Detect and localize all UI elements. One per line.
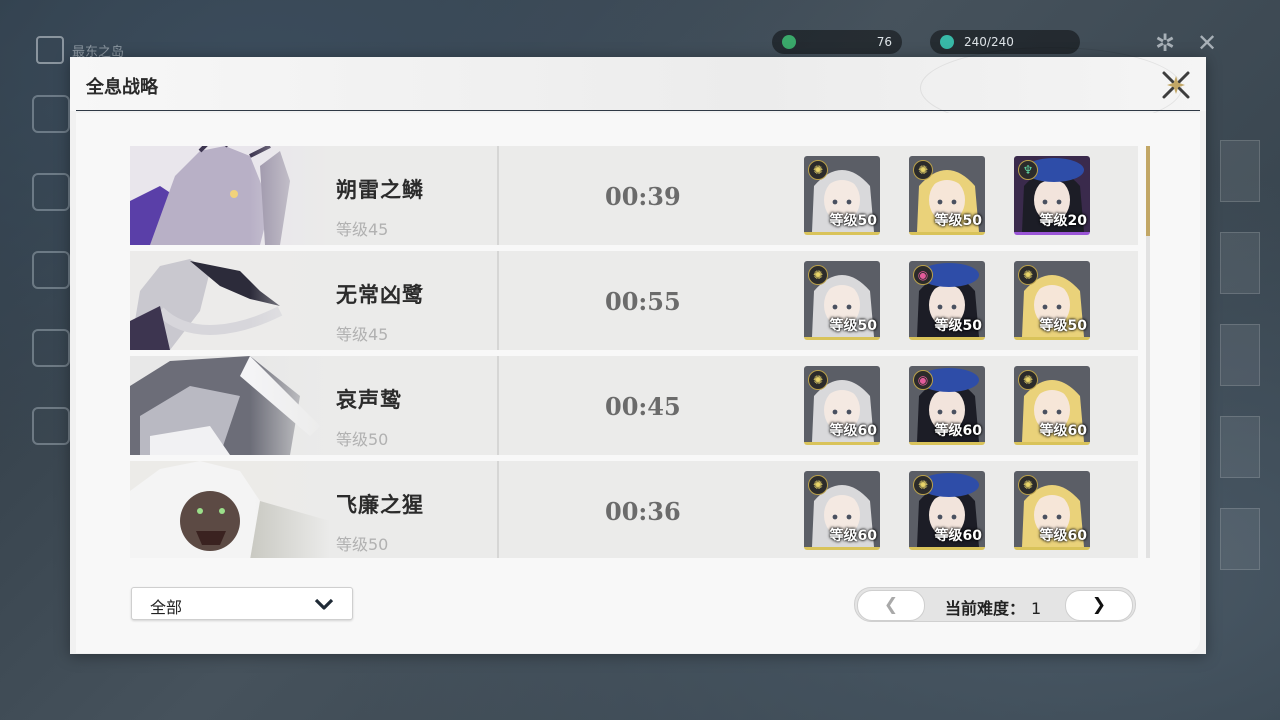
spectro-element-icon: ✺ bbox=[1018, 475, 1038, 495]
boss-row[interactable]: 无常凶鹭等级45 00:55 ✺ 等级50 ◉ 等级50 ✺ 等级50 bbox=[130, 251, 1138, 350]
team-member-card[interactable]: ✺ 等级60 bbox=[804, 366, 880, 445]
spectro-element-icon: ✺ bbox=[808, 265, 828, 285]
spectro-element-icon: ✺ bbox=[1018, 265, 1038, 285]
filter-dropdown[interactable]: 全部 bbox=[131, 587, 353, 620]
boss-artwork bbox=[130, 356, 330, 455]
character-level: 等级60 bbox=[1039, 423, 1087, 439]
spectro-element-icon: ✺ bbox=[808, 475, 828, 495]
character-level: 等级50 bbox=[829, 318, 877, 334]
close-icon bbox=[1162, 71, 1190, 99]
boss-row[interactable]: 飞廉之猩等级50 00:36 ✺ 等级60 ✺ 等级60 ✺ 等级60 bbox=[130, 461, 1138, 558]
dialog-title: 全息战略 bbox=[86, 77, 158, 98]
character-level: 等级60 bbox=[934, 528, 982, 544]
spectro-element-icon: ✺ bbox=[913, 475, 933, 495]
close-button[interactable] bbox=[1158, 67, 1194, 103]
row-divider bbox=[497, 356, 499, 455]
team-member-card[interactable]: ✺ 等级60 bbox=[804, 471, 880, 550]
team-member-card[interactable]: ✺ 等级60 bbox=[1014, 366, 1090, 445]
side-card bbox=[1220, 324, 1260, 386]
team-member-card[interactable]: ✺ 等级60 bbox=[1014, 471, 1090, 550]
holographic-strategy-dialog: 全息战略 朔雷之鳞 等级45 00:39 ✺ 等级50 ✺ 等级50 ♆ 等级20 无常凶鹭 等级4… bbox=[70, 47, 1206, 654]
boss-name: 无常凶鹭 bbox=[336, 283, 424, 307]
clear-time: 00:55 bbox=[605, 287, 681, 316]
boss-row[interactable]: 哀声鸷等级50 00:45 ✺ 等级60 ◉ 等级60 ✺ 等级60 bbox=[130, 356, 1138, 455]
rail-item[interactable] bbox=[32, 173, 70, 211]
currency-2-value: 240/240 bbox=[964, 35, 1014, 49]
filter-selected-label: 全部 bbox=[150, 598, 183, 617]
character-level: 等级50 bbox=[934, 318, 982, 334]
boss-artwork bbox=[130, 251, 330, 350]
rail-item[interactable] bbox=[32, 95, 70, 133]
row-divider bbox=[497, 251, 499, 350]
row-divider bbox=[497, 461, 499, 558]
aero-element-icon: ♆ bbox=[1018, 160, 1038, 180]
boss-level: 等级50 bbox=[336, 535, 389, 554]
team-member-card[interactable]: ◉ 等级50 bbox=[909, 261, 985, 340]
team-member-card[interactable]: ♆ 等级20 bbox=[1014, 156, 1090, 235]
character-level: 等级60 bbox=[934, 423, 982, 439]
fusion-element-icon: ◉ bbox=[913, 265, 933, 285]
team-member-card[interactable]: ◉ 等级60 bbox=[909, 366, 985, 445]
boss-name: 朔雷之鳞 bbox=[336, 178, 424, 202]
fusion-element-icon: ◉ bbox=[913, 370, 933, 390]
currency-1-value: 76 bbox=[876, 35, 892, 49]
left-menu-rail bbox=[30, 95, 70, 485]
side-card bbox=[1220, 140, 1260, 202]
character-level: 等级50 bbox=[934, 213, 982, 229]
boss-artwork bbox=[130, 146, 330, 245]
character-level: 等级20 bbox=[1039, 213, 1087, 229]
scrollbar[interactable] bbox=[1146, 146, 1150, 558]
currency-counter-1: 76 bbox=[772, 30, 902, 54]
team-member-card[interactable]: ✺ 等级50 bbox=[909, 156, 985, 235]
scrollbar-thumb[interactable] bbox=[1146, 146, 1150, 236]
character-level: 等级60 bbox=[829, 528, 877, 544]
currency-2-icon bbox=[940, 35, 954, 49]
team-member-card[interactable]: ✺ 等级50 bbox=[1014, 261, 1090, 340]
boss-name: 飞廉之猩 bbox=[336, 493, 424, 517]
character-level: 等级50 bbox=[829, 213, 877, 229]
rail-item[interactable] bbox=[32, 329, 70, 367]
boss-level: 等级45 bbox=[336, 220, 389, 239]
spectro-element-icon: ✺ bbox=[913, 160, 933, 180]
boss-row[interactable]: 朔雷之鳞等级45 00:39 ✺ 等级50 ✺ 等级50 ♆ 等级20 bbox=[130, 146, 1138, 245]
home-icon bbox=[36, 36, 64, 64]
team-member-card[interactable]: ✺ 等级50 bbox=[804, 261, 880, 340]
boss-artwork bbox=[130, 461, 330, 558]
settings-icon[interactable]: ✲ bbox=[1150, 28, 1180, 58]
boss-record-list[interactable]: 朔雷之鳞 等级45 00:39 ✺ 等级50 ✺ 等级50 ♆ 等级20 无常凶鹭 等级45 00:5… bbox=[130, 146, 1140, 558]
row-divider bbox=[497, 146, 499, 245]
side-card bbox=[1220, 416, 1260, 478]
rail-item[interactable] bbox=[32, 407, 70, 445]
dialog-content: 朔雷之鳞 等级45 00:39 ✺ 等级50 ✺ 等级50 ♆ 等级20 无常凶鹭 等级45 00:5… bbox=[76, 113, 1200, 653]
spectro-element-icon: ✺ bbox=[1018, 370, 1038, 390]
header-divider bbox=[76, 110, 1200, 111]
clear-time: 00:36 bbox=[605, 497, 681, 526]
boss-name: 哀声鸷 bbox=[336, 388, 402, 412]
spectro-element-icon: ✺ bbox=[808, 160, 828, 180]
dialog-header: 全息战略 bbox=[70, 47, 1206, 129]
right-side-panel bbox=[1210, 110, 1270, 710]
team-member-card[interactable]: ✺ 等级50 bbox=[804, 156, 880, 235]
spectro-element-icon: ✺ bbox=[808, 370, 828, 390]
clear-time: 00:39 bbox=[605, 182, 681, 211]
character-level: 等级60 bbox=[1039, 528, 1087, 544]
difficulty-pager: ❮ 当前难度： 1 ❯ bbox=[854, 587, 1136, 622]
side-card bbox=[1220, 232, 1260, 294]
boss-level: 等级45 bbox=[336, 325, 389, 344]
next-difficulty-button[interactable]: ❯ bbox=[1065, 590, 1133, 621]
side-card bbox=[1220, 508, 1260, 570]
character-level: 等级60 bbox=[829, 423, 877, 439]
difficulty-label: 当前难度： 1 bbox=[945, 599, 1042, 618]
team-member-card[interactable]: ✺ 等级60 bbox=[909, 471, 985, 550]
previous-difficulty-button[interactable]: ❮ bbox=[857, 590, 925, 621]
clear-time: 00:45 bbox=[605, 392, 681, 421]
rail-item[interactable] bbox=[32, 251, 70, 289]
chevron-down-icon bbox=[314, 598, 334, 610]
difficulty-value: 1 bbox=[1031, 599, 1042, 618]
currency-1-icon bbox=[782, 35, 796, 49]
boss-level: 等级50 bbox=[336, 430, 389, 449]
exit-icon[interactable]: ✕ bbox=[1192, 28, 1222, 58]
character-level: 等级50 bbox=[1039, 318, 1087, 334]
